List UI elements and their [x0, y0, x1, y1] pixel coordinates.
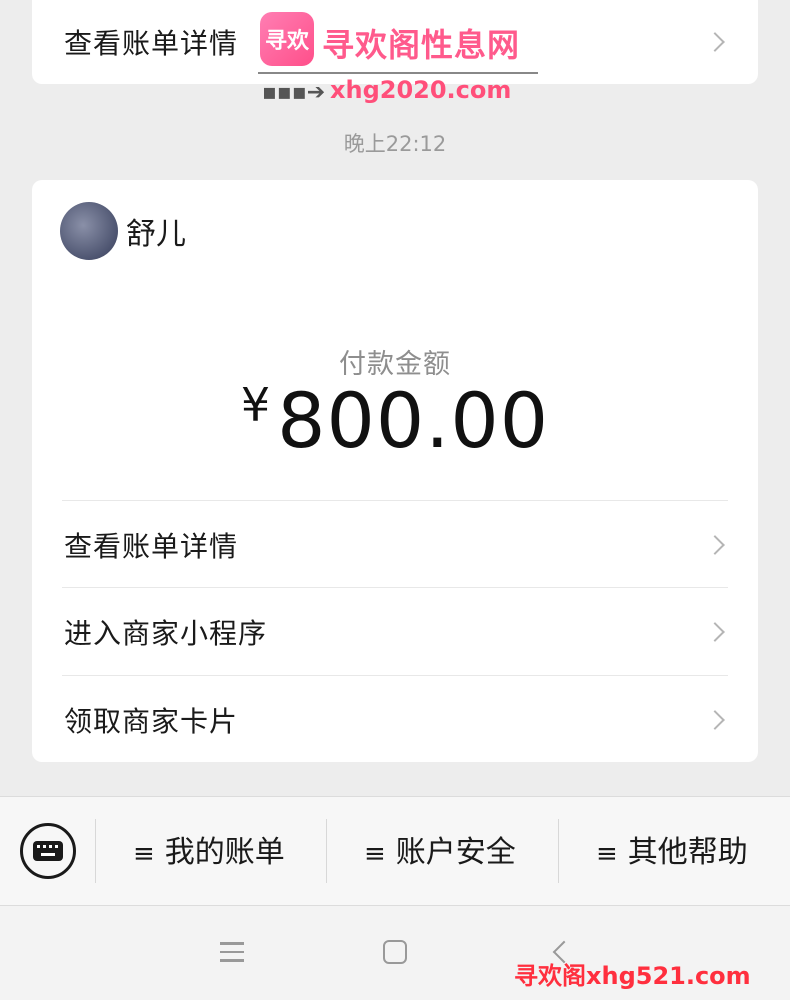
chevron-right-icon: [705, 534, 725, 555]
option-bill-details[interactable]: 查看账单详情: [32, 501, 758, 588]
watermark-title: 寻欢阁性息网: [322, 26, 521, 64]
menu-my-bills[interactable]: ≡ 我的账单: [133, 827, 285, 871]
arrow-right-icon: ▪▪▪➔: [262, 80, 326, 105]
payment-card: 舒儿 付款金额 ¥800.00 查看账单详情 进入商家小程序 领取商家卡片: [32, 180, 758, 762]
watermark-logo: 寻欢: [260, 12, 314, 66]
watermark-ruler: [258, 72, 538, 74]
menu-label: 账户安全: [395, 835, 516, 870]
chevron-right-icon: [705, 709, 725, 730]
keyboard-icon: [33, 841, 63, 861]
option-merchant-mini-program[interactable]: 进入商家小程序: [32, 588, 758, 675]
bill-details-label: 查看账单详情: [64, 27, 239, 60]
option-label: 进入商家小程序: [64, 616, 268, 650]
watermark-bottom: 寻欢阁xhg521.com: [514, 962, 751, 990]
home-icon[interactable]: [383, 940, 407, 964]
chevron-right-icon: [705, 32, 725, 52]
currency-symbol: ¥: [240, 378, 272, 432]
menu-label: 其他帮助: [627, 835, 748, 870]
message-timestamp: 晚上22:12: [343, 132, 447, 156]
payment-amount: ¥800.00: [32, 376, 758, 465]
menu-other-help[interactable]: ≡ 其他帮助: [596, 827, 748, 871]
menu-label: 我的账单: [164, 835, 285, 870]
merchant-name: 舒儿: [126, 217, 186, 252]
menu-lines-icon: ≡: [596, 839, 618, 869]
keyboard-toggle-button[interactable]: [20, 823, 76, 879]
avatar[interactable]: [60, 202, 118, 260]
menu-divider: [326, 819, 327, 883]
chevron-right-icon: [705, 621, 725, 642]
option-label: 查看账单详情: [64, 529, 239, 563]
watermark-top: 寻欢 寻欢阁性息网 ▪▪▪➔ xhg2020.com: [258, 10, 538, 105]
menu-lines-icon: ≡: [133, 839, 155, 869]
option-merchant-card[interactable]: 领取商家卡片: [32, 676, 758, 763]
merchant-header[interactable]: 舒儿: [60, 202, 186, 260]
recent-apps-icon[interactable]: [220, 942, 244, 962]
menu-account-security[interactable]: ≡ 账户安全: [364, 827, 516, 871]
menu-divider: [95, 819, 96, 883]
service-menu-bar: ≡ 我的账单 ≡ 账户安全 ≡ 其他帮助: [0, 796, 790, 906]
menu-lines-icon: ≡: [364, 839, 386, 869]
amount-value: 800.00: [277, 376, 550, 465]
option-label: 领取商家卡片: [64, 704, 239, 738]
watermark-url: xhg2020.com: [330, 76, 512, 104]
menu-divider: [558, 819, 559, 883]
